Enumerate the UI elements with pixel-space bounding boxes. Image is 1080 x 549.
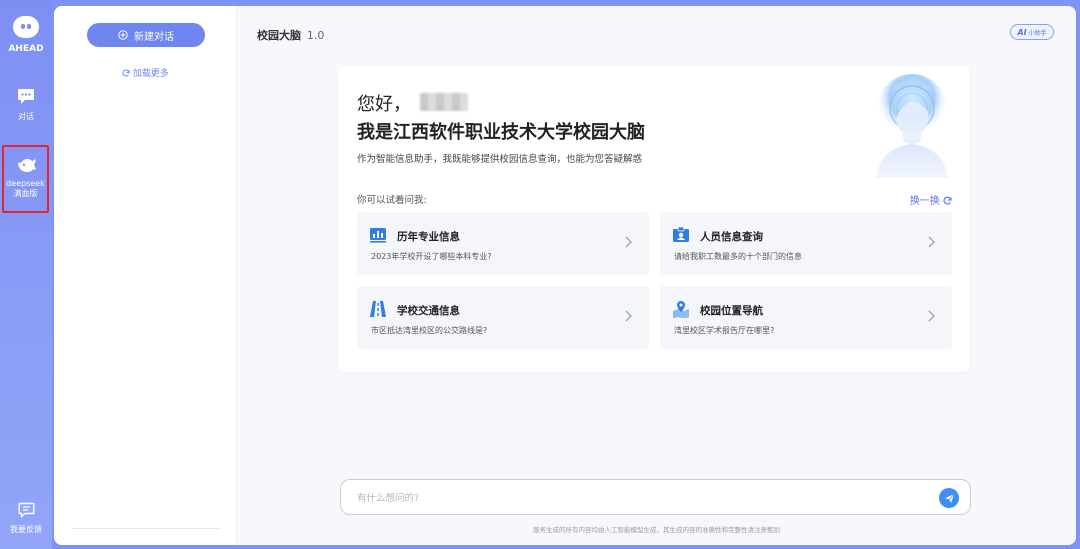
app-logo[interactable]: AHEAD: [0, 16, 52, 54]
load-more-link[interactable]: 加载更多: [54, 66, 237, 79]
rail-item-feedback-label: 我要反馈: [10, 525, 42, 534]
paper-plane-icon: [944, 493, 954, 503]
chevron-right-icon: [625, 310, 632, 322]
ai-badge-text: 小助手: [1028, 29, 1047, 37]
ai-badge-mark: AI: [1017, 27, 1027, 37]
map-pin-icon: [673, 301, 689, 318]
suggestion-desc: 2023年学校开设了哪些本科专业?: [371, 252, 492, 261]
chevron-right-icon: [625, 236, 632, 248]
id-card-icon: [673, 226, 689, 242]
robot-icon: [13, 16, 39, 38]
suggestion-title: 学校交通信息: [397, 305, 460, 317]
try-asking-label: 你可以试着问我:: [357, 195, 427, 206]
feedback-icon: [18, 502, 34, 518]
chevron-right-icon: [928, 310, 935, 322]
send-button[interactable]: [939, 488, 959, 508]
suggestion-card-major-info[interactable]: 历年专业信息 2023年学校开设了哪些本科专业?: [357, 212, 649, 275]
left-rail: AHEAD 对话 deepseek 满血版 我要反馈: [0, 0, 52, 549]
page-title: 校园大脑 1.0: [257, 27, 324, 43]
whale-icon: [17, 158, 36, 172]
chat-input-bar: [340, 479, 971, 515]
suggestion-desc: 市区抵达湾里校区的公交路线是?: [371, 326, 488, 335]
page-title-text: 校园大脑: [257, 29, 301, 42]
suggestion-title: 人员信息查询: [700, 231, 763, 243]
suggestion-title: 校园位置导航: [700, 305, 763, 317]
welcome-card: 您好， 我是江西软件职业技术大学校园大脑 作为智能信息助手，我既能够提供校园信息…: [338, 66, 970, 372]
top-bar: 校园大脑 1.0 AI 小助手: [237, 6, 1076, 60]
rail-item-deepseek-label-1: deepseek: [6, 179, 45, 188]
rail-item-deepseek-label-2: 满血版: [13, 189, 38, 198]
main-frame: 新建对话 加载更多 校园大脑 1.0 AI 小助手 您好， 我是江西软件职业技术: [54, 6, 1076, 545]
content-area: 校园大脑 1.0 AI 小助手 您好， 我是江西软件职业技术大学校园大脑 作为智…: [237, 6, 1076, 545]
history-divider: [72, 528, 220, 529]
rail-item-feedback[interactable]: 我要反馈: [0, 502, 52, 535]
version-label: 1.0: [306, 29, 325, 42]
plus-circle-icon: [118, 30, 128, 40]
chat-input[interactable]: [357, 489, 917, 507]
suggestion-desc: 湾里校区学术报告厅在哪里?: [674, 326, 775, 335]
load-more-label: 加载更多: [132, 69, 169, 79]
suggestion-title: 历年专业信息: [397, 231, 460, 243]
ai-assistant-badge[interactable]: AI 小助手: [1010, 24, 1054, 40]
blurred-username: [420, 93, 468, 111]
suggestion-card-transport[interactable]: 学校交通信息 市区抵达湾里校区的公交路线是?: [357, 286, 649, 349]
history-panel: 新建对话 加载更多: [54, 6, 237, 545]
app-logo-text: AHEAD: [8, 44, 44, 54]
new-chat-button[interactable]: 新建对话: [87, 23, 205, 47]
rail-item-chat[interactable]: 对话: [0, 88, 52, 122]
refresh-icon: [943, 196, 952, 205]
refresh-suggestions-button[interactable]: 换一换: [910, 192, 952, 207]
refresh-icon: [122, 69, 130, 77]
chat-bubble-icon: [18, 89, 34, 104]
bar-chart-icon: [370, 228, 386, 243]
suggestion-card-navigation[interactable]: 校园位置导航 湾里校区学术报告厅在哪里?: [660, 286, 952, 349]
suggestion-desc: 请给我职工数最多的十个部门的信息: [674, 252, 802, 261]
road-icon: [370, 301, 386, 317]
chevron-right-icon: [928, 236, 935, 248]
refresh-suggestions-label: 换一换: [909, 196, 940, 207]
suggestion-card-staff-query[interactable]: 人员信息查询 请给我职工数最多的十个部门的信息: [660, 212, 952, 275]
welcome-intro: 作为智能信息助手，我既能够提供校园信息查询，也能为您答疑解惑: [357, 154, 643, 165]
rail-item-chat-label: 对话: [18, 112, 34, 121]
new-chat-label: 新建对话: [134, 31, 174, 43]
greeting-text: 您好，: [357, 94, 411, 115]
welcome-headline: 我是江西软件职业技术大学校园大脑: [357, 122, 645, 143]
hero-figure-image: [876, 74, 948, 178]
rail-item-deepseek[interactable]: deepseek 满血版: [2, 145, 49, 213]
disclaimer-text: 服务生成的所有内容均由人工智能模型生成，其生成内容的准确性和完整性请注意甄别: [533, 526, 780, 534]
